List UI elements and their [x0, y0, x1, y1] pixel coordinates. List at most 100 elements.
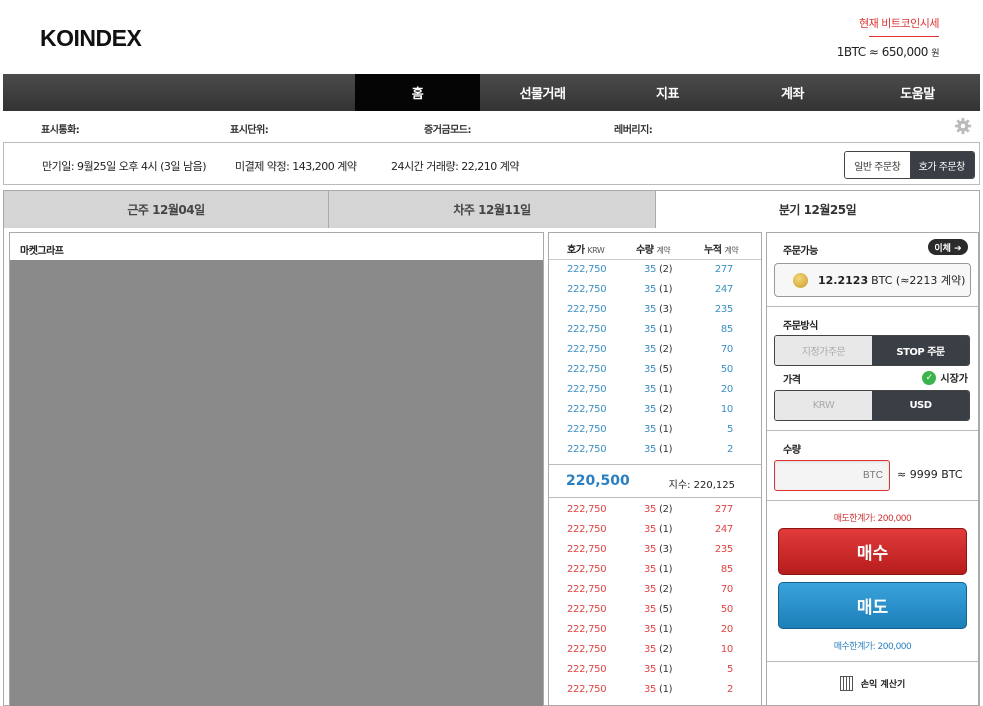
- stop-order-button[interactable]: STOP 주문: [872, 336, 969, 365]
- qty-header-unit: 계약: [656, 246, 671, 255]
- bid-row[interactable]: 222,750 35 (5) 50: [549, 600, 761, 620]
- ask-row[interactable]: 222,750 35 (2) 10: [549, 400, 761, 420]
- bid-row[interactable]: 222,750 35 (2) 277: [549, 500, 761, 520]
- ask-order-count: (1): [659, 444, 673, 455]
- btc-rate-title: 현재 비트코인시세: [859, 17, 939, 30]
- ask-row[interactable]: 222,750 35 (1) 85: [549, 320, 761, 340]
- balance-box: 12.2123 BTC (≈2213 계약): [774, 263, 971, 297]
- bid-price: 222,750: [567, 604, 607, 615]
- ask-qty-value: 35: [644, 404, 657, 415]
- tab-quarterly[interactable]: 분기 12월25일: [656, 191, 979, 228]
- ask-row[interactable]: 222,750 35 (1) 5: [549, 420, 761, 440]
- ask-order-count: (3): [659, 304, 673, 315]
- ask-cumulative: 20: [720, 384, 733, 395]
- bid-row[interactable]: 222,750 35 (2) 70: [549, 580, 761, 600]
- limit-order-button[interactable]: 지정가주문: [775, 336, 872, 365]
- ask-row[interactable]: 222,750 35 (1) 247: [549, 280, 761, 300]
- bid-row[interactable]: 222,750 35 (3) 235: [549, 540, 761, 560]
- price-column-header: 호가 KRW: [567, 241, 605, 256]
- ask-order-count: (2): [659, 344, 673, 355]
- usd-button[interactable]: USD: [872, 391, 969, 420]
- ask-row[interactable]: 222,750 35 (2) 70: [549, 340, 761, 360]
- bid-quantity: 35 (3): [644, 544, 673, 555]
- nav-indicators[interactable]: 지표: [605, 74, 730, 111]
- bid-qty-value: 35: [644, 684, 657, 695]
- bid-row[interactable]: 222,750 35 (1) 2: [549, 680, 761, 700]
- price-header-label: 호가: [567, 245, 585, 256]
- bid-quantity: 35 (1): [644, 524, 673, 535]
- market-graph-area[interactable]: [10, 260, 543, 706]
- krw-button[interactable]: KRW: [775, 391, 872, 420]
- ask-price: 222,750: [567, 284, 607, 295]
- volume-info: 24시간 거래량: 22,210 계약: [391, 160, 520, 173]
- ask-cumulative: 50: [720, 364, 733, 375]
- ask-qty-value: 35: [644, 264, 657, 275]
- bid-row[interactable]: 222,750 35 (1) 247: [549, 520, 761, 540]
- bid-price: 222,750: [567, 524, 607, 535]
- market-graph-title: 마켓그라프: [20, 246, 64, 257]
- orderbook-order-view-button[interactable]: 호가 주문창: [909, 152, 974, 178]
- display-currency-option[interactable]: 표시통화:: [41, 121, 80, 136]
- balance-amount: 12.2123: [818, 273, 869, 287]
- qty-header-label: 수량: [636, 245, 654, 256]
- ask-row[interactable]: 222,750 35 (5) 50: [549, 360, 761, 380]
- ask-row[interactable]: 222,750 35 (1) 2: [549, 440, 761, 460]
- pnl-calculator-button[interactable]: 손익 계산기: [767, 661, 978, 705]
- sell-button[interactable]: 매도: [778, 582, 967, 629]
- ask-cumulative: 277: [714, 264, 733, 275]
- sell-limit-text: 매도한계가: 200,000: [833, 514, 912, 524]
- quantity-label: 수량: [783, 445, 801, 456]
- ask-quantity: 35 (1): [644, 424, 673, 435]
- bid-qty-value: 35: [644, 524, 657, 535]
- buy-limit-text: 매수한계가: 200,000: [833, 642, 912, 652]
- bid-qty-value: 35: [644, 564, 657, 575]
- bid-row[interactable]: 222,750 35 (1) 85: [549, 560, 761, 580]
- ask-price: 222,750: [567, 304, 607, 315]
- ask-price: 222,750: [567, 404, 607, 415]
- order-type-toggle: 지정가주문 STOP 주문: [774, 335, 970, 366]
- bid-quantity: 35 (5): [644, 604, 673, 615]
- bid-price: 222,750: [567, 684, 607, 695]
- nav-help[interactable]: 도움말: [855, 74, 980, 111]
- gear-icon[interactable]: [954, 117, 972, 135]
- transfer-button[interactable]: 이체 ➔: [928, 239, 968, 255]
- ask-quantity: 35 (2): [644, 404, 673, 415]
- header: KOINDEX 현재 비트코인시세 1BTC ≈ 650,000 원: [0, 0, 983, 74]
- buy-button[interactable]: 매수: [778, 528, 967, 575]
- bid-order-count: (1): [659, 624, 673, 635]
- nav-account[interactable]: 계좌: [730, 74, 855, 111]
- tab-biweekly[interactable]: 차주 12월11일: [329, 191, 656, 228]
- ask-quantity: 35 (3): [644, 304, 673, 315]
- nav-home[interactable]: 홈: [355, 74, 480, 111]
- check-icon: ✓: [922, 370, 937, 385]
- ask-row[interactable]: 222,750 35 (3) 235: [549, 300, 761, 320]
- bid-row[interactable]: 222,750 35 (1) 20: [549, 620, 761, 640]
- margin-mode-option[interactable]: 증거금모드:: [424, 121, 472, 136]
- index-label: 지수:: [668, 480, 691, 491]
- bid-order-count: (5): [659, 604, 673, 615]
- bid-cumulative: 5: [726, 664, 733, 675]
- quantity-approx: ≈ 9999 BTC: [897, 468, 963, 481]
- tab-weekly[interactable]: 근주 12월04일: [4, 191, 329, 228]
- main-frame: 마켓그라프 호가 KRW 수량 계약 누적 계약 222,750 35 (2) 27…: [3, 228, 980, 706]
- market-price-checkbox[interactable]: ✓ 시장가: [922, 370, 968, 385]
- ask-qty-value: 35: [644, 344, 657, 355]
- leverage-option[interactable]: 레버리지:: [614, 121, 653, 136]
- bid-cumulative: 10: [720, 644, 733, 655]
- ask-row[interactable]: 222,750 35 (2) 277: [549, 260, 761, 280]
- ask-row[interactable]: 222,750 35 (1) 20: [549, 380, 761, 400]
- ask-quantity: 35 (1): [644, 324, 673, 335]
- bid-row[interactable]: 222,750 35 (1) 5: [549, 660, 761, 680]
- ask-price: 222,750: [567, 444, 607, 455]
- nav-futures[interactable]: 선물거래: [480, 74, 605, 111]
- bid-row[interactable]: 222,750 35 (2) 10: [549, 640, 761, 660]
- normal-order-view-button[interactable]: 일반 주문창: [845, 152, 910, 178]
- order-panel: 주문가능 이체 ➔ 12.2123 BTC (≈2213 계약) 주문방식 지정…: [766, 232, 979, 706]
- rate-divider: [869, 36, 939, 37]
- ask-qty-value: 35: [644, 424, 657, 435]
- display-unit-option[interactable]: 표시단위:: [230, 121, 269, 136]
- index-price: 지수: 220,125: [669, 476, 735, 491]
- bid-quantity: 35 (2): [644, 644, 673, 655]
- quantity-input[interactable]: [774, 460, 890, 491]
- logo[interactable]: KOINDEX: [40, 25, 142, 52]
